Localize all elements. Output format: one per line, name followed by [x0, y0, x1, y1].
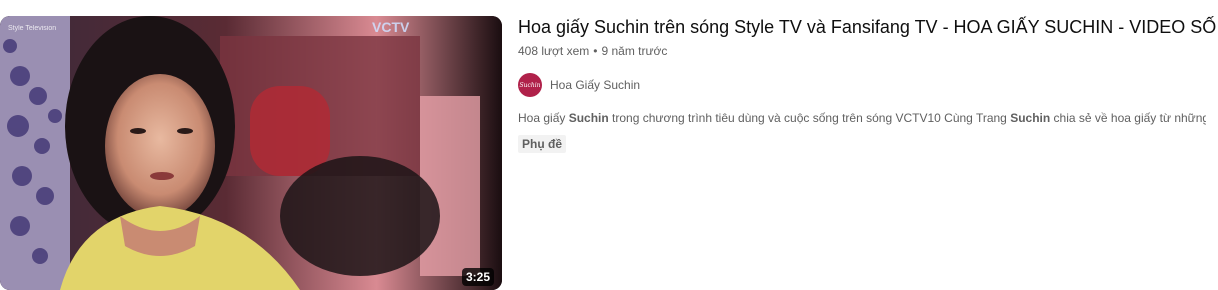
desc-highlight-1: Suchin: [568, 111, 609, 125]
duration-badge: 3:25: [461, 268, 494, 286]
view-count: 408 lượt xem: [518, 44, 590, 58]
desc-text-1: Hoa giấy: [518, 111, 569, 125]
video-metadata: 408 lượt xem • 9 năm trước: [518, 43, 1218, 59]
channel-info[interactable]: Suchin Hoa Giấy Suchin: [518, 73, 1218, 97]
meta-separator: •: [593, 44, 598, 58]
desc-text-2: trong chương trình tiêu dùng và cuộc sốn…: [608, 111, 1011, 125]
video-search-result: VCTV Style Television 3:25 Hoa giấy Such…: [0, 0, 1218, 290]
desc-highlight-2: Suchin: [1010, 111, 1051, 125]
upload-age: 9 năm trước: [601, 44, 668, 58]
corner-text: Style Television: [8, 25, 56, 32]
channel-avatar[interactable]: Suchin: [518, 73, 542, 97]
channel-name[interactable]: Hoa Giấy Suchin: [550, 78, 640, 92]
subtitles-badge: Phụ đề: [518, 135, 567, 153]
desc-text-3: chia sẻ về hoa giấy từ những ...: [1050, 111, 1206, 125]
thumbnail-image: VCTV Style Television: [0, 16, 502, 290]
video-thumbnail[interactable]: VCTV Style Television 3:25: [0, 16, 502, 290]
tv-logo-text: VCTV: [372, 19, 410, 35]
video-info: Hoa giấy Suchin trên sóng Style TV và Fa…: [518, 14, 1218, 153]
avatar-text: Suchin: [519, 81, 541, 89]
video-description-snippet: Hoa giấy Suchin trong chương trình tiêu …: [518, 109, 1206, 127]
video-title[interactable]: Hoa giấy Suchin trên sóng Style TV và Fa…: [518, 14, 1218, 40]
